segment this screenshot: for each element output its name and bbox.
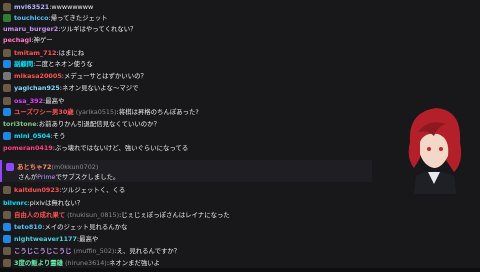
chat-message: umaru_burger2: ツルギはやってくれない？ xyxy=(3,23,137,34)
badge-icon[interactable] xyxy=(3,107,11,116)
chat-text: ネオン見ないよな〜マジで xyxy=(61,84,139,92)
chat-text: 二度とネオン使うな xyxy=(35,60,93,68)
chat-username[interactable]: pomeran0419 xyxy=(3,144,53,152)
badge-icon[interactable] xyxy=(3,234,11,243)
chat-username[interactable]: osa_392 xyxy=(14,97,43,105)
badge-icon[interactable] xyxy=(3,59,11,68)
chat-text: pixivは無れない？ xyxy=(29,199,84,207)
chat-message: mini_0504: そう xyxy=(3,130,66,141)
chat-user-handle: (hirune3614) xyxy=(65,258,107,267)
chat-message: tmitam_712: はまにね xyxy=(3,47,84,58)
chat-user-handle: (muffin_502) xyxy=(73,246,115,255)
badge-icon[interactable] xyxy=(3,210,11,219)
chat-text: 帰ってきたジェット xyxy=(50,14,108,22)
avatar-character xyxy=(408,108,462,194)
chat-message: tori3tone: お前ありかん引退配信見なくていいのか？ xyxy=(3,118,160,129)
chat-text: ぶっ壊れではないけど、強いぐらいになってる xyxy=(54,144,189,152)
chat-username[interactable]: bilvnrc xyxy=(3,199,28,207)
chat-username[interactable]: mikasa20005 xyxy=(14,72,62,80)
chat-text: 将棋は昇格のちんぽあった? xyxy=(118,108,199,116)
chat-message: 3度の飯より霊雄 (hirune3614): ネオンまだ強いよ xyxy=(3,257,160,268)
chat-message: nightweaver1177: 最高や xyxy=(3,233,98,244)
chat-username[interactable]: こうじこうじこうじ xyxy=(14,246,72,255)
chat-message: yagichan925: ネオン見ないよな〜マジで xyxy=(3,82,139,93)
badge-icon[interactable] xyxy=(3,96,11,105)
chat-username[interactable]: 副顧問 xyxy=(14,59,33,68)
chat-message: teto810: メイのジェット見れるんかな xyxy=(3,221,127,232)
chat-message: 副顧問: 二度とネオン使うな xyxy=(3,58,93,69)
chat-text: じぇじぇぽっぽさんはレイナになった xyxy=(121,211,230,219)
chat-message: osa_392: 最高や xyxy=(3,95,64,106)
chat-username[interactable]: mvl63521 xyxy=(14,3,49,11)
chat-username[interactable]: tmitam_712 xyxy=(14,49,56,57)
badge-icon[interactable] xyxy=(3,246,11,255)
badge-icon[interactable] xyxy=(3,185,11,194)
subscription-notice: あとちゃ72 (m0kkun0702) さんがPrimeでサブスクしました。 xyxy=(0,160,372,182)
badge-icon[interactable] xyxy=(3,258,11,267)
badge-icon[interactable] xyxy=(3,71,11,80)
chat-text: はまにね xyxy=(58,49,85,57)
badge-icon[interactable] xyxy=(3,222,11,231)
chat-username[interactable]: tori3tone xyxy=(3,120,37,128)
badge-icon[interactable] xyxy=(3,2,11,11)
chat-text: え、見れるんですか？ xyxy=(116,247,181,255)
chat-username[interactable]: ユーズワシー男30歳 xyxy=(14,107,74,116)
chat-username[interactable]: 3度の飯より霊雄 xyxy=(14,258,63,267)
chat-username[interactable]: umaru_burger2 xyxy=(3,25,58,33)
chat-text: wwwwwwww xyxy=(51,2,94,11)
chat-text: お前ありかん引退配信見なくていいのか？ xyxy=(38,120,160,128)
badge-icon[interactable] xyxy=(3,83,11,92)
badge-icon[interactable] xyxy=(3,131,11,140)
chat-text: ツルジェットく、くる xyxy=(61,186,126,194)
chat-username[interactable]: kaitdun0923 xyxy=(14,186,59,194)
chat-message: 自由人の成れ果て (tnukisun_0815): じぇじぇぽっぽさんはレイナにな… xyxy=(3,209,230,220)
chat-text: 神ゲー xyxy=(33,36,53,44)
chat-text: ツルギはやってくれない？ xyxy=(60,25,137,33)
prime-link[interactable]: Prime xyxy=(37,173,55,181)
subscriber-name[interactable]: あとちゃ72 xyxy=(17,162,51,171)
chat-panel: mvl63521: wwwwwwww touchicco: 帰ってきたジェット um… xyxy=(0,0,395,272)
chat-message: bilvnrc: pixivは無れない？ xyxy=(3,197,83,208)
badge-icon[interactable] xyxy=(3,48,11,57)
chat-username[interactable]: touchicco xyxy=(14,14,49,22)
chat-username[interactable]: pechagi xyxy=(3,36,31,44)
chat-username[interactable]: teto810 xyxy=(14,223,42,231)
chat-message: こうじこうじこうじ (muffin_502): え、見れるんですか？ xyxy=(3,245,180,256)
notice-suffix: でサブスクしました。 xyxy=(55,173,120,181)
chat-text: 最高や xyxy=(45,97,65,105)
chat-text: そう xyxy=(52,132,66,140)
chat-message: touchicco: 帰ってきたジェット xyxy=(3,12,108,23)
bottom-bar xyxy=(0,268,480,272)
chat-message: kaitdun0923: ツルジェットく、くる xyxy=(3,184,125,195)
chat-username[interactable]: mini_0504 xyxy=(14,132,51,140)
chat-message: mvl63521: wwwwwwww xyxy=(3,1,93,12)
subscriber-handle: (m0kkun0702) xyxy=(51,162,99,171)
badge-icon[interactable] xyxy=(3,13,11,22)
chat-message: ユーズワシー男30歳 (yarika0515): 将棋は昇格のちんぽあった? xyxy=(3,106,199,117)
chat-user-handle: (tnukisun_0815) xyxy=(67,210,120,219)
chat-message: pechagi: 神ゲー xyxy=(3,34,53,45)
notice-prefix: さんが xyxy=(18,173,38,181)
chat-message: mikasa20005: メデューサとはずかいいの？ xyxy=(3,70,147,81)
chat-text: メイのジェット見れるんかな xyxy=(44,223,128,231)
chat-text: メデューサとはずかいいの？ xyxy=(63,72,147,80)
chat-message: pomeran0419: ぶっ壊れではないけど、強いぐらいになってる xyxy=(3,142,188,153)
chat-username[interactable]: yagichan925 xyxy=(14,84,60,92)
chat-user-handle: (yarika0515) xyxy=(75,107,117,116)
crown-icon xyxy=(6,162,14,171)
chat-username[interactable]: 自由人の成れ果て xyxy=(14,210,65,219)
chat-username[interactable]: nightweaver1177 xyxy=(14,235,77,243)
chat-text: 最高や xyxy=(79,235,99,243)
chat-text: ネオンまだ強いよ xyxy=(108,259,160,267)
